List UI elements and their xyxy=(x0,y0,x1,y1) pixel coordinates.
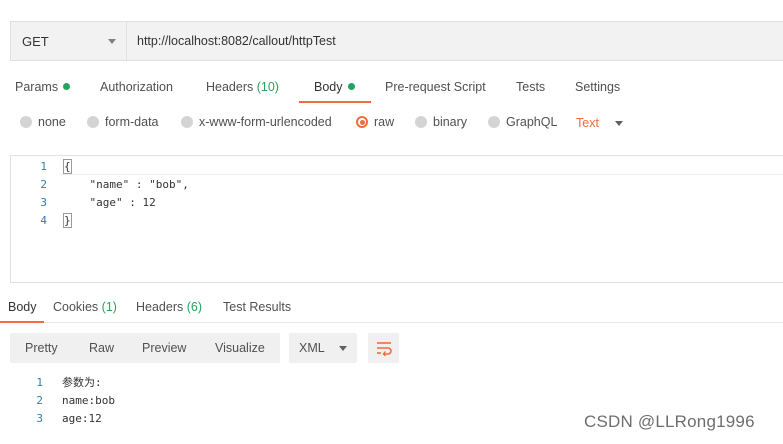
line-code: } xyxy=(63,212,72,228)
tab-tests[interactable]: Tests xyxy=(516,76,545,103)
line-number: 2 xyxy=(40,177,47,191)
response-line: 2 name:bob xyxy=(0,391,115,409)
tab-body-label: Body xyxy=(314,80,343,94)
tab-cookies-count: (1) xyxy=(101,300,117,314)
params-indicator-dot xyxy=(63,83,71,90)
language-label: Text xyxy=(576,116,599,130)
format-select[interactable]: XML xyxy=(289,333,357,363)
tab-settings-label: Settings xyxy=(575,80,621,94)
response-line: 3 age:12 xyxy=(0,409,101,427)
line-number: 4 xyxy=(40,213,47,227)
view-preview-button[interactable]: Preview xyxy=(142,333,186,363)
current-line-highlight xyxy=(60,156,783,175)
chevron-down-icon xyxy=(338,345,347,351)
line-code: "name" : "bob", xyxy=(63,177,189,191)
language-select[interactable]: Text xyxy=(576,116,623,130)
line-code: age:12 xyxy=(62,411,102,425)
line-number: 1 xyxy=(36,375,43,389)
radio-circle-icon xyxy=(415,116,427,128)
line-number: 3 xyxy=(36,411,43,425)
view-mode-bar: Pretty Raw Preview Visualize xyxy=(10,333,280,363)
radio-graphql[interactable]: GraphQL xyxy=(488,115,557,129)
radio-circle-icon xyxy=(181,116,193,128)
view-visualize-button[interactable]: Visualize xyxy=(215,333,265,363)
radio-raw-label: raw xyxy=(374,115,395,129)
body-indicator-dot xyxy=(347,83,355,90)
chevron-down-icon xyxy=(108,38,116,44)
radio-circle-icon xyxy=(488,116,500,128)
radio-form-data-label: form-data xyxy=(105,115,159,129)
tab-response-body-label: Body xyxy=(8,300,37,314)
tab-settings[interactable]: Settings xyxy=(575,76,620,103)
body-type-radio-group: none form-data x-www-form-urlencoded raw… xyxy=(0,115,783,135)
line-code: "age" : 12 xyxy=(63,195,156,209)
radio-circle-icon xyxy=(20,116,32,128)
request-url-bar: GET http://localhost:8082/callout/httpTe… xyxy=(10,21,783,61)
request-tabs: Params Authorization Headers (10) Body P… xyxy=(0,76,783,103)
radio-urlencoded-label: x-www-form-urlencoded xyxy=(199,115,332,129)
method-label: GET xyxy=(22,33,49,49)
tab-test-results-label: Test Results xyxy=(223,300,292,314)
view-raw-button[interactable]: Raw xyxy=(89,333,114,363)
view-pretty-button[interactable]: Pretty xyxy=(25,333,58,363)
line-number: 1 xyxy=(40,159,47,173)
wrap-lines-icon xyxy=(376,342,392,356)
url-input[interactable]: http://localhost:8082/callout/httpTest xyxy=(127,34,336,48)
response-tabs: Body Cookies (1) Headers (6) Test Result… xyxy=(0,294,783,323)
tab-params-label: Params xyxy=(15,80,59,94)
editor-line: 3 "age" : 12 xyxy=(11,193,155,211)
radio-urlencoded[interactable]: x-www-form-urlencoded xyxy=(181,115,332,129)
tab-params[interactable]: Params xyxy=(15,76,71,103)
radio-raw[interactable]: raw xyxy=(356,115,394,129)
radio-binary-label: binary xyxy=(433,115,468,129)
radio-graphql-label: GraphQL xyxy=(506,115,558,129)
tab-cookies-label: Cookies xyxy=(53,300,99,314)
radio-selected-icon xyxy=(356,116,368,128)
watermark: CSDN @LLRong1996 xyxy=(584,412,755,431)
tab-authorization-label: Authorization xyxy=(100,80,173,94)
editor-line: 1 { xyxy=(11,157,72,175)
line-code: { xyxy=(63,158,72,174)
response-line: 1 参数为: xyxy=(0,373,101,391)
radio-none[interactable]: none xyxy=(20,115,66,129)
tab-prerequest-script[interactable]: Pre-request Script xyxy=(385,76,486,103)
radio-form-data[interactable]: form-data xyxy=(87,115,159,129)
tab-cookies[interactable]: Cookies (1) xyxy=(53,294,117,323)
tab-response-headers-count: (6) xyxy=(186,300,203,314)
tab-body[interactable]: Body xyxy=(299,76,371,103)
tab-headers-count: (10) xyxy=(256,80,279,94)
line-number: 3 xyxy=(40,195,47,209)
radio-binary[interactable]: binary xyxy=(415,115,467,129)
tab-headers[interactable]: Headers (10) xyxy=(206,76,279,103)
request-body-editor[interactable]: 1 { 2 "name" : "bob", 3 "age" : 12 4 } xyxy=(10,155,783,283)
method-select[interactable]: GET xyxy=(11,22,127,60)
tab-headers-label: Headers xyxy=(206,80,254,94)
tab-response-body[interactable]: Body xyxy=(0,294,44,323)
radio-circle-icon xyxy=(87,116,99,128)
chevron-down-icon xyxy=(614,120,623,126)
line-code: 参数为: xyxy=(62,376,102,389)
tab-test-results[interactable]: Test Results xyxy=(223,294,291,323)
tab-response-headers-label: Headers xyxy=(136,300,184,314)
editor-line: 2 "name" : "bob", xyxy=(11,175,188,193)
format-label: XML xyxy=(299,341,325,355)
line-code: name:bob xyxy=(62,393,115,407)
tab-response-headers[interactable]: Headers (6) xyxy=(136,294,202,323)
tab-prerequest-label: Pre-request Script xyxy=(385,80,486,94)
line-number: 2 xyxy=(36,393,43,407)
tab-authorization[interactable]: Authorization xyxy=(100,76,173,103)
radio-none-label: none xyxy=(38,115,66,129)
tab-tests-label: Tests xyxy=(516,80,546,94)
editor-line: 4 } xyxy=(11,211,72,229)
wrap-lines-button[interactable] xyxy=(368,333,399,363)
